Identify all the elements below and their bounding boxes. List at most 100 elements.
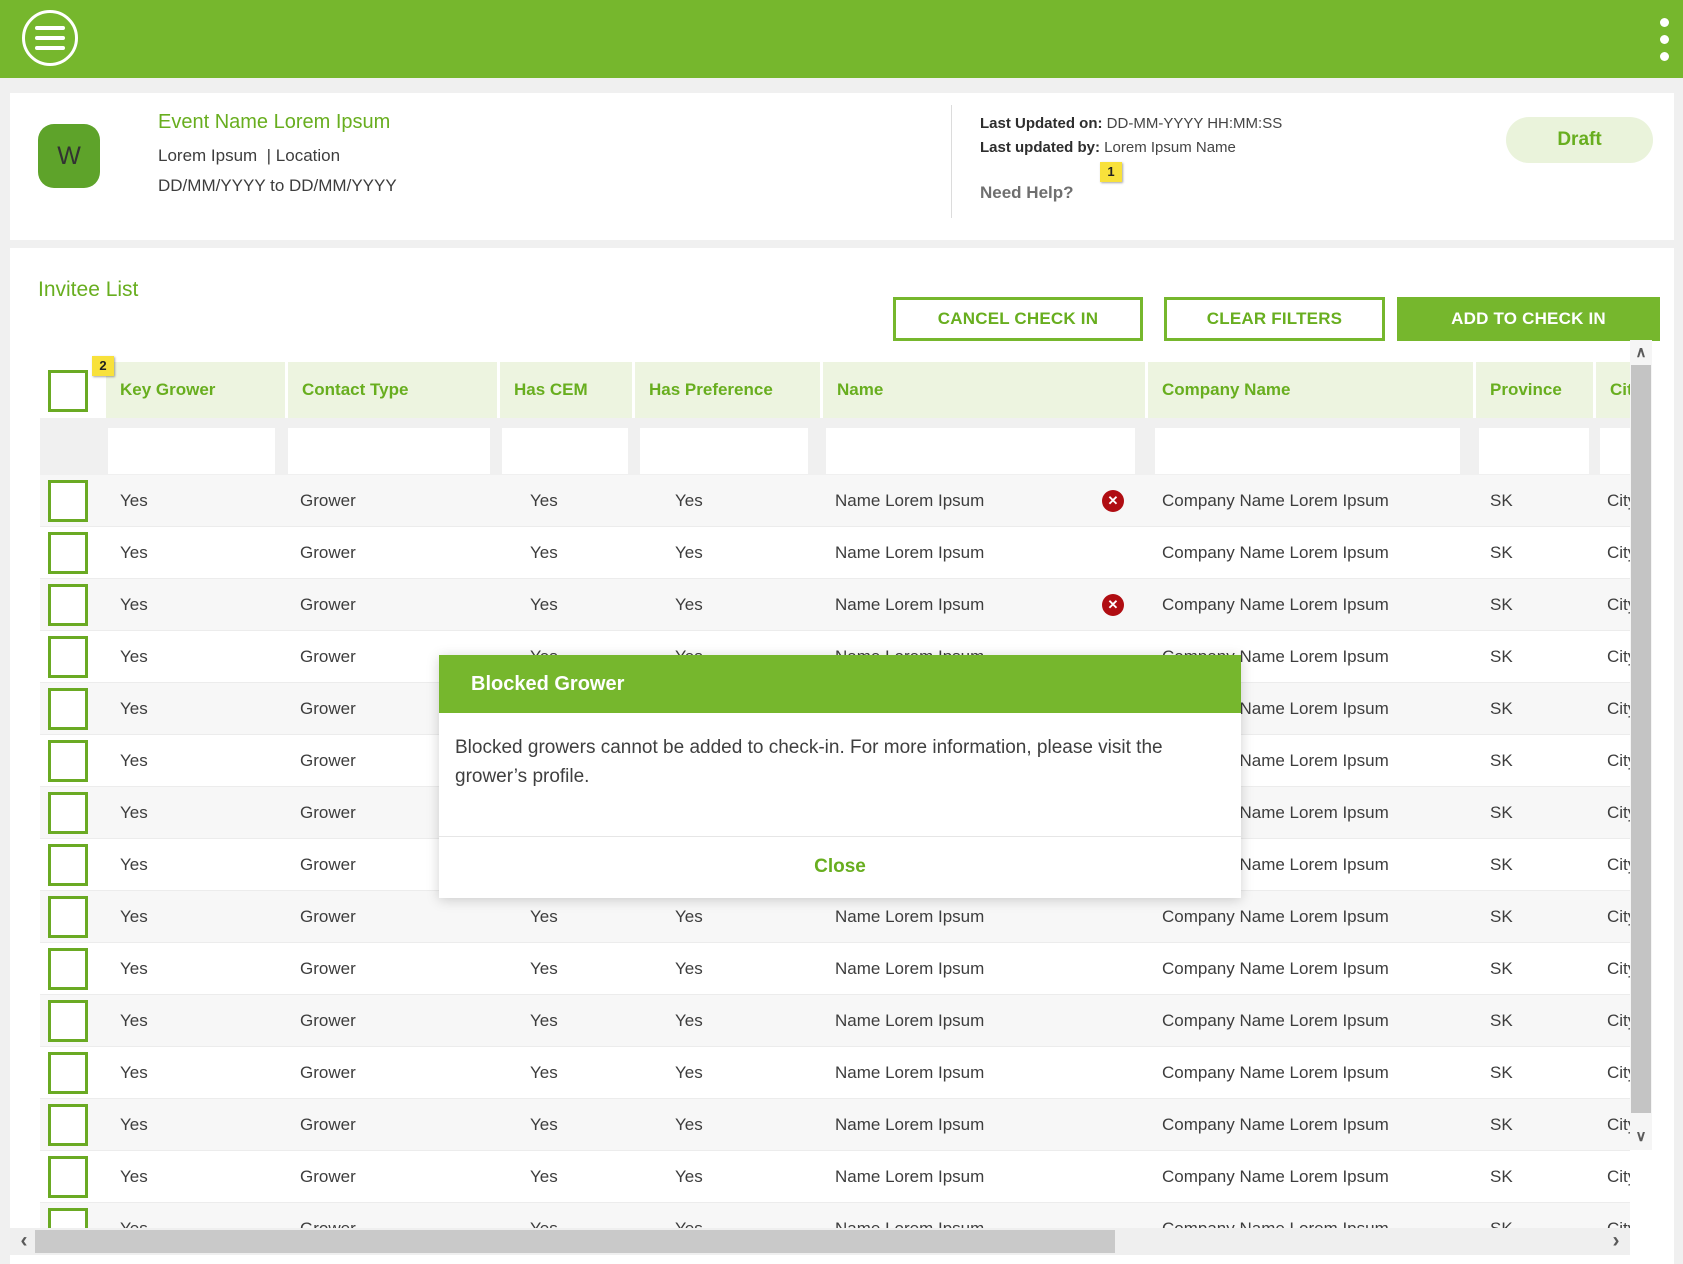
row-checkbox[interactable] bbox=[48, 636, 88, 678]
row-checkbox[interactable] bbox=[48, 844, 88, 886]
cell-city: City bbox=[1607, 943, 1630, 995]
blocked-grower-icon[interactable]: ✕ bbox=[1102, 594, 1124, 616]
horizontal-scrollbar-thumb[interactable] bbox=[35, 1230, 1115, 1253]
cell-name: Name Lorem Ipsum bbox=[835, 891, 984, 943]
row-checkbox[interactable] bbox=[48, 740, 88, 782]
cell-name: Name Lorem Ipsum bbox=[835, 475, 984, 527]
cell-province: SK bbox=[1490, 943, 1513, 995]
add-to-check-in-button[interactable]: ADD TO CHECK IN bbox=[1397, 297, 1660, 341]
cell-city: City bbox=[1607, 735, 1630, 787]
row-checkbox[interactable] bbox=[48, 584, 88, 626]
cell-contact-type: Grower bbox=[300, 527, 356, 579]
cell-has-preference: Yes bbox=[675, 579, 703, 631]
cell-company-name: Company Name Lorem Ipsum bbox=[1162, 943, 1389, 995]
cell-city: City bbox=[1607, 839, 1630, 891]
table-row: YesGrowerYesYesName Lorem IpsumCompany N… bbox=[40, 1047, 1630, 1099]
cell-key-grower: Yes bbox=[120, 1047, 148, 1099]
last-updated-on-label: Last Updated on: bbox=[980, 115, 1103, 132]
cell-key-grower: Yes bbox=[120, 735, 148, 787]
modal-close-button[interactable]: Close bbox=[439, 837, 1241, 897]
column-header-company-name[interactable]: Company Name bbox=[1145, 362, 1473, 418]
cell-has-preference: Yes bbox=[675, 1151, 703, 1203]
cell-company-name: Company Name Lorem Ipsum bbox=[1162, 891, 1389, 943]
column-header-has-cem[interactable]: Has CEM bbox=[497, 362, 632, 418]
column-header-label: Has CEM bbox=[500, 380, 588, 400]
cell-key-grower: Yes bbox=[120, 787, 148, 839]
column-header-label: Key Grower bbox=[106, 380, 215, 400]
cell-city: City bbox=[1607, 527, 1630, 579]
cell-company-name: Company Name Lorem Ipsum bbox=[1162, 475, 1389, 527]
filter-input-has-preference[interactable] bbox=[640, 428, 808, 474]
row-checkbox[interactable] bbox=[48, 896, 88, 938]
cell-name: Name Lorem Ipsum bbox=[835, 943, 984, 995]
cell-name: Name Lorem Ipsum bbox=[835, 579, 984, 631]
clear-filters-button[interactable]: CLEAR FILTERS bbox=[1164, 297, 1385, 341]
vertical-scrollbar-thumb[interactable] bbox=[1631, 365, 1651, 1113]
filter-input-key-grower[interactable] bbox=[108, 428, 275, 474]
cell-key-grower: Yes bbox=[120, 631, 148, 683]
filter-input-contact-type[interactable] bbox=[288, 428, 490, 474]
scroll-left-icon[interactable]: ‹ bbox=[12, 1228, 36, 1255]
cell-contact-type: Grower bbox=[300, 995, 356, 1047]
table-row: YesGrowerYesYesName Lorem IpsumCompany N… bbox=[40, 995, 1630, 1047]
table-row: YesGrowerYesYesName Lorem IpsumCompany N… bbox=[40, 1099, 1630, 1151]
filter-input-name[interactable] bbox=[826, 428, 1135, 474]
cell-key-grower: Yes bbox=[120, 579, 148, 631]
need-help-link[interactable]: Need Help? bbox=[980, 183, 1074, 203]
cell-name: Name Lorem Ipsum bbox=[835, 1047, 984, 1099]
row-checkbox[interactable] bbox=[48, 1052, 88, 1094]
select-all-checkbox[interactable] bbox=[48, 370, 88, 412]
row-checkbox[interactable] bbox=[48, 688, 88, 730]
row-checkbox[interactable] bbox=[48, 1156, 88, 1198]
cell-province: SK bbox=[1490, 1047, 1513, 1099]
filter-input-company-name[interactable] bbox=[1155, 428, 1460, 474]
table-row: YesGrowerYesYesName Lorem IpsumCompany N… bbox=[40, 475, 1630, 527]
last-updated-on: Last Updated on: DD-MM-YYYY HH:MM:SS bbox=[980, 115, 1282, 132]
scroll-up-icon[interactable]: ∧ bbox=[1630, 342, 1652, 364]
cell-contact-type: Grower bbox=[300, 787, 356, 839]
cell-name: Name Lorem Ipsum bbox=[835, 995, 984, 1047]
table-row: YesGrowerYesYesName Lorem IpsumCompany N… bbox=[40, 527, 1630, 579]
filter-input-province[interactable] bbox=[1479, 428, 1589, 474]
hamburger-menu-icon[interactable] bbox=[22, 10, 78, 66]
row-checkbox[interactable] bbox=[48, 480, 88, 522]
event-title: Event Name Lorem Ipsum bbox=[158, 111, 390, 134]
cell-has-preference: Yes bbox=[675, 995, 703, 1047]
column-header-key-grower[interactable]: Key Grower bbox=[103, 362, 285, 418]
cell-province: SK bbox=[1490, 995, 1513, 1047]
cell-province: SK bbox=[1490, 787, 1513, 839]
cancel-check-in-button[interactable]: CANCEL CHECK IN bbox=[893, 297, 1143, 341]
cell-key-grower: Yes bbox=[120, 1151, 148, 1203]
column-header-city[interactable]: City bbox=[1593, 362, 1630, 418]
cell-contact-type: Grower bbox=[300, 735, 356, 787]
blocked-grower-icon[interactable]: ✕ bbox=[1102, 490, 1124, 512]
table-row: YesGrowerYesYesName Lorem IpsumCompany N… bbox=[40, 579, 1630, 631]
page: W Event Name Lorem Ipsum Lorem Ipsum | L… bbox=[0, 0, 1683, 1264]
filter-input-has-cem[interactable] bbox=[502, 428, 628, 474]
vertical-scrollbar[interactable]: ∧ ∨ bbox=[1630, 340, 1652, 1150]
row-checkbox[interactable] bbox=[48, 1104, 88, 1146]
last-updated-on-value: DD-MM-YYYY HH:MM:SS bbox=[1103, 115, 1283, 132]
horizontal-scrollbar[interactable]: ‹ › bbox=[10, 1228, 1630, 1255]
column-header-contact-type[interactable]: Contact Type bbox=[285, 362, 497, 418]
cell-contact-type: Grower bbox=[300, 475, 356, 527]
scroll-right-icon[interactable]: › bbox=[1604, 1228, 1628, 1255]
row-checkbox[interactable] bbox=[48, 792, 88, 834]
filter-input-city[interactable] bbox=[1600, 428, 1630, 474]
cell-province: SK bbox=[1490, 475, 1513, 527]
kebab-menu-icon[interactable] bbox=[1652, 14, 1678, 66]
cell-contact-type: Grower bbox=[300, 683, 356, 735]
cell-key-grower: Yes bbox=[120, 475, 148, 527]
cell-has-preference: Yes bbox=[675, 527, 703, 579]
cell-contact-type: Grower bbox=[300, 891, 356, 943]
column-header-name[interactable]: Name bbox=[820, 362, 1145, 418]
cell-province: SK bbox=[1490, 683, 1513, 735]
row-checkbox[interactable] bbox=[48, 948, 88, 990]
cell-key-grower: Yes bbox=[120, 527, 148, 579]
column-header-has-preference[interactable]: Has Preference bbox=[632, 362, 820, 418]
cell-company-name: Company Name Lorem Ipsum bbox=[1162, 995, 1389, 1047]
column-header-province[interactable]: Province bbox=[1473, 362, 1593, 418]
row-checkbox[interactable] bbox=[48, 532, 88, 574]
scroll-down-icon[interactable]: ∨ bbox=[1630, 1126, 1652, 1148]
row-checkbox[interactable] bbox=[48, 1000, 88, 1042]
